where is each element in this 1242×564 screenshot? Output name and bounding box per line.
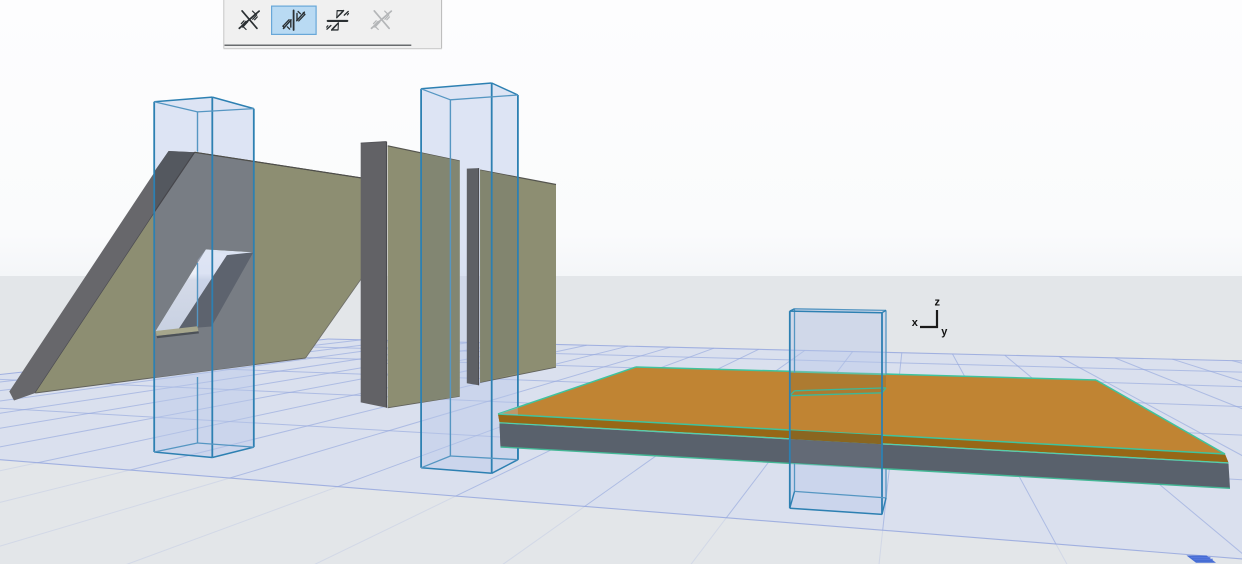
- svg-text:z: z: [935, 297, 941, 309]
- svg-text:x: x: [912, 317, 919, 329]
- svg-text:y: y: [941, 326, 948, 338]
